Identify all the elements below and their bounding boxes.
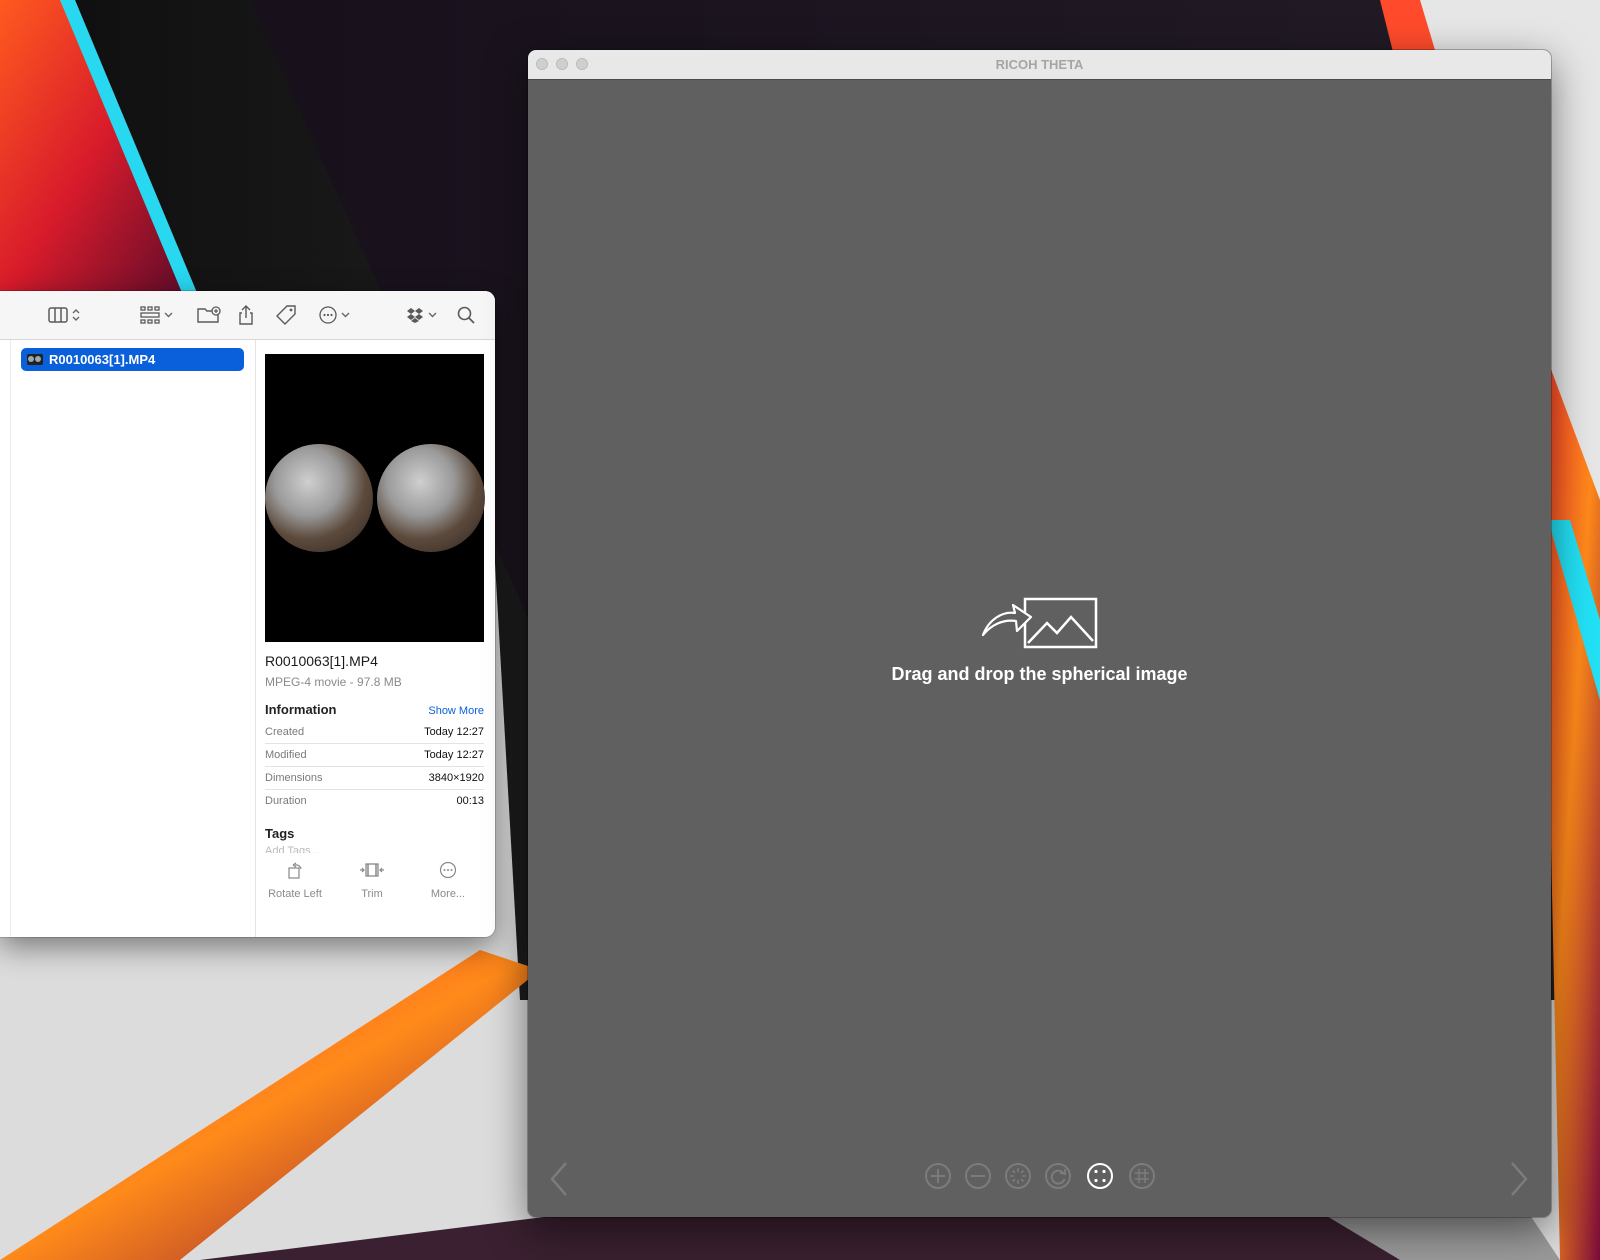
file-preview-thumbnail <box>265 354 485 642</box>
more-icon <box>319 306 337 324</box>
search-button[interactable] <box>457 302 475 328</box>
fit-view-icon[interactable] <box>1086 1162 1114 1190</box>
metadata-value: Today 12:27 <box>424 749 484 761</box>
preview-file-name: R0010063[1].MP4 <box>265 653 378 669</box>
trim-icon <box>360 863 384 877</box>
share-icon <box>239 305 253 325</box>
theta-window: RICOH THETA Drag and drop the spherical … <box>528 50 1551 1217</box>
viewer-controls <box>528 1162 1551 1192</box>
information-header: Information Show More <box>265 702 484 717</box>
chevron-down-icon <box>341 312 350 318</box>
fisheye-lens-left <box>265 444 373 552</box>
drop-zone[interactable]: Drag and drop the spherical image <box>528 597 1551 685</box>
file-name: R0010063[1].MP4 <box>49 352 156 367</box>
show-more-link[interactable]: Show More <box>428 705 484 717</box>
metadata-value: 3840×1920 <box>428 772 484 784</box>
metadata-key: Modified <box>265 749 307 761</box>
preview-file-type: MPEG-4 movie - 97.8 MB <box>265 675 402 689</box>
rotate-left-label: Rotate Left <box>268 888 322 900</box>
list-item[interactable]: R0010063[1].MP4 <box>21 348 244 371</box>
metadata-row: Duration 00:13 <box>265 790 484 812</box>
quick-actions: Rotate Left Trim More... <box>255 861 495 921</box>
metadata-row: Modified Today 12:27 <box>265 744 484 767</box>
theta-titlebar: RICOH THETA <box>528 50 1551 80</box>
action-menu-button[interactable] <box>319 302 350 328</box>
fisheye-lens-right <box>377 444 485 552</box>
tag-button[interactable] <box>276 302 296 328</box>
more-actions-button[interactable]: More... <box>408 861 488 900</box>
metadata-key: Dimensions <box>265 772 323 784</box>
auto-rotate-icon[interactable] <box>1004 1162 1032 1190</box>
tag-icon <box>276 305 296 325</box>
finder-toolbar <box>0 291 495 340</box>
more-icon <box>439 861 457 879</box>
chevron-down-icon <box>428 312 437 318</box>
group-button[interactable] <box>140 302 173 328</box>
metadata-value: 00:13 <box>456 795 484 807</box>
rotate-left-button[interactable]: Rotate Left <box>255 861 335 900</box>
trim-label: Trim <box>361 888 383 900</box>
zoom-out-icon[interactable] <box>964 1162 992 1190</box>
metadata-table: Created Today 12:27 Modified Today 12:27… <box>265 721 484 812</box>
video-file-icon <box>27 354 43 365</box>
metadata-row: Dimensions 3840×1920 <box>265 767 484 790</box>
information-title: Information <box>265 702 337 717</box>
new-folder-icon <box>197 306 221 323</box>
dropbox-icon <box>407 308 423 323</box>
file-list: R0010063[1].MP4 <box>10 340 256 937</box>
view-mode-button[interactable] <box>48 302 80 328</box>
preview-info: R0010063[1].MP4 MPEG-4 movie - 97.8 MB I… <box>265 653 484 853</box>
metadata-key: Duration <box>265 795 307 807</box>
rotate-left-icon <box>288 862 302 879</box>
zoom-in-icon[interactable] <box>924 1162 952 1190</box>
group-icon <box>140 306 160 324</box>
drag-drop-image-icon <box>981 597 1097 649</box>
tags-title: Tags <box>265 826 295 841</box>
more-actions-label: More... <box>430 888 466 900</box>
column-view-icon <box>48 307 68 323</box>
flat-view-icon[interactable] <box>1128 1162 1156 1190</box>
window-title: RICOH THETA <box>995 57 1084 72</box>
share-button[interactable] <box>238 302 254 328</box>
chevron-updown-icon <box>72 309 80 321</box>
dropbox-button[interactable] <box>406 302 437 328</box>
metadata-key: Created <box>265 726 305 738</box>
trim-button[interactable]: Trim <box>332 861 412 900</box>
add-tags-field[interactable]: Add Tags... <box>265 845 484 853</box>
rotate-icon[interactable] <box>1044 1162 1072 1190</box>
drop-message: Drag and drop the spherical image <box>891 664 1188 684</box>
new-folder-button[interactable] <box>197 302 221 328</box>
metadata-row: Created Today 12:27 <box>265 721 484 744</box>
chevron-down-icon <box>164 312 173 318</box>
finder-window: R0010063[1].MP4 R0010063[1].MP4 MPEG-4 m… <box>0 291 495 937</box>
search-icon <box>457 306 475 324</box>
metadata-value: Today 12:27 <box>424 726 484 738</box>
